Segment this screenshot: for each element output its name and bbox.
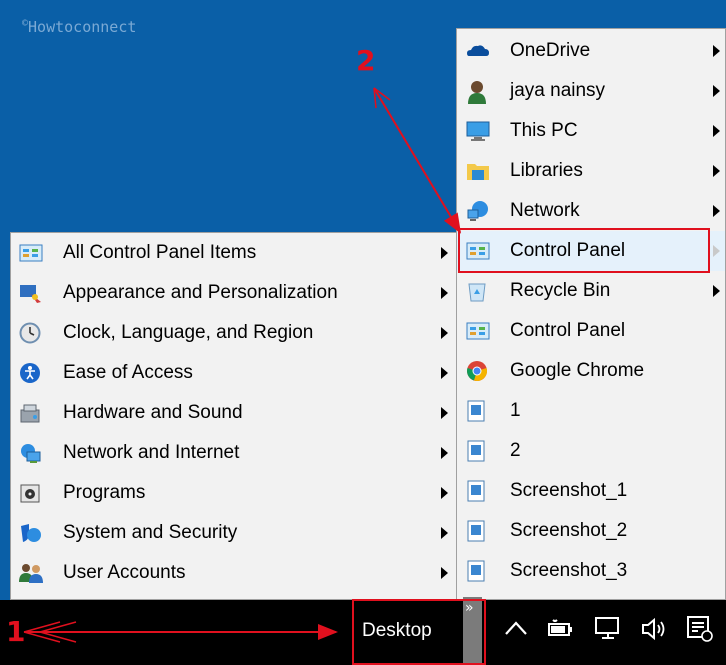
- annotation-arrows: [23, 87, 462, 643]
- arrow-2: [373, 87, 462, 234]
